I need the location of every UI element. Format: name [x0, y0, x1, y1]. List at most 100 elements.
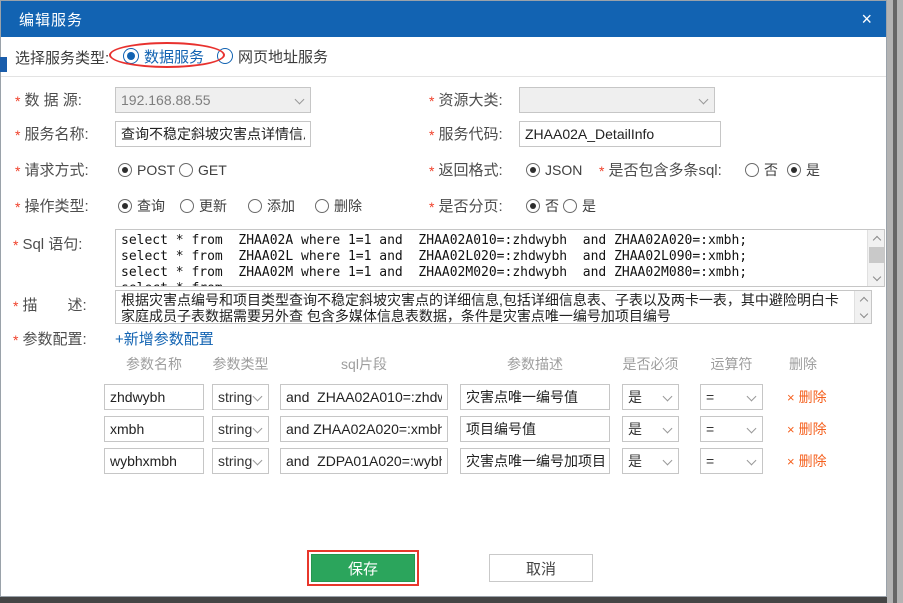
service-name-label: * 服务名称: — [15, 121, 89, 145]
param-operator-select[interactable]: = — [700, 384, 763, 410]
param-name-input[interactable] — [104, 448, 204, 474]
scroll-up-icon[interactable] — [868, 230, 885, 245]
chevron-down-icon — [253, 424, 263, 434]
save-button[interactable]: 保存 — [311, 554, 415, 582]
description-textarea[interactable]: 根据灾害点编号和项目类型查询不稳定斜坡灾害点的详细信息,包括详细信息表、子表以及… — [115, 290, 872, 324]
window-edge-bottom — [0, 597, 887, 603]
request-method-label: * 请求方式: — [15, 157, 89, 181]
window-edge-right-line — [893, 0, 897, 603]
param-desc-input[interactable] — [460, 416, 610, 442]
service-type-label: 选择服务类型: — [15, 45, 109, 69]
scroll-up-icon[interactable] — [855, 291, 872, 306]
radio-icon — [745, 163, 759, 177]
param-required-select[interactable]: 是 — [622, 416, 679, 442]
radio-op-delete[interactable]: 删除 — [315, 197, 362, 215]
radio-icon — [563, 199, 577, 213]
delete-param-link[interactable]: × 删除 — [787, 448, 827, 474]
add-param-link[interactable]: +新增参数配置 — [115, 328, 214, 349]
dialog-title: 编辑服务 — [19, 9, 83, 30]
radio-icon — [315, 199, 329, 213]
header-param-name: 参数名称 — [104, 354, 204, 374]
service-code-input[interactable] — [519, 121, 721, 147]
chevron-down-icon — [663, 456, 673, 466]
radio-icon — [179, 163, 193, 177]
close-icon[interactable]: × — [861, 10, 872, 28]
param-name-input[interactable] — [104, 384, 204, 410]
radio-get[interactable]: GET — [179, 161, 227, 179]
radio-icon — [123, 48, 139, 64]
radio-multi-sql-no[interactable]: 否 — [745, 161, 778, 179]
screen: 编辑服务 × 选择服务类型: 数据服务 网页地址服务 * 数 据 源: 192.… — [0, 0, 903, 603]
cancel-button[interactable]: 取消 — [489, 554, 593, 582]
scroll-down-icon[interactable] — [855, 308, 872, 323]
chevron-down-icon — [295, 95, 305, 105]
param-sql-input[interactable] — [280, 416, 448, 442]
chevron-down-icon — [253, 392, 263, 402]
param-sql-input[interactable] — [280, 448, 448, 474]
header-sql-fragment: sql片段 — [280, 354, 448, 374]
radio-post[interactable]: POST — [118, 161, 175, 179]
sql-textarea[interactable]: select * from ZHAA02A where 1=1 and ZHAA… — [115, 229, 885, 287]
data-source-label: * 数 据 源: — [15, 87, 82, 111]
service-name-input[interactable] — [115, 121, 311, 147]
radio-icon — [217, 48, 233, 64]
chevron-down-icon — [663, 424, 673, 434]
title-bar: 编辑服务 × — [1, 1, 886, 37]
delete-param-link[interactable]: × 删除 — [787, 416, 827, 442]
param-operator-select[interactable]: = — [700, 448, 763, 474]
resource-category-select[interactable] — [519, 87, 715, 113]
radio-icon — [526, 163, 540, 177]
delete-x-icon: × — [787, 454, 795, 469]
data-source-select[interactable]: 192.168.88.55 — [115, 87, 311, 113]
param-config-label: * 参数配置: — [13, 326, 87, 350]
radio-label: 数据服务 — [144, 46, 204, 67]
description-scrollbar[interactable] — [854, 291, 871, 323]
radio-icon — [180, 199, 194, 213]
radio-icon — [787, 163, 801, 177]
radio-web-address-service[interactable]: 网页地址服务 — [217, 47, 328, 65]
multi-sql-label: * 是否包含多条sql: — [599, 157, 722, 181]
pagination-label: * 是否分页: — [429, 193, 503, 217]
param-required-select[interactable]: 是 — [622, 448, 679, 474]
radio-icon — [118, 199, 132, 213]
description-text: 根据灾害点编号和项目类型查询不稳定斜坡灾害点的详细信息,包括详细信息表、子表以及… — [116, 291, 854, 323]
param-required-select[interactable]: 是 — [622, 384, 679, 410]
param-type-select[interactable]: string — [212, 416, 269, 442]
delete-param-link[interactable]: × 删除 — [787, 384, 827, 410]
chevron-down-icon — [747, 424, 757, 434]
sql-text: select * from ZHAA02A where 1=1 and ZHAA… — [116, 230, 867, 286]
chevron-down-icon — [747, 456, 757, 466]
radio-label: 网页地址服务 — [238, 46, 328, 67]
radio-multi-sql-yes[interactable]: 是 — [787, 161, 820, 179]
divider — [1, 76, 886, 77]
param-sql-input[interactable] — [280, 384, 448, 410]
sql-scrollbar[interactable] — [867, 230, 884, 286]
param-type-select[interactable]: string — [212, 448, 269, 474]
radio-data-service[interactable]: 数据服务 — [123, 47, 204, 65]
param-type-select[interactable]: string — [212, 384, 269, 410]
radio-op-update[interactable]: 更新 — [180, 197, 227, 215]
scrollbar-thumb[interactable] — [869, 247, 884, 263]
chevron-down-icon — [663, 392, 673, 402]
header-required: 是否必须 — [622, 354, 679, 374]
return-format-label: * 返回格式: — [429, 157, 503, 181]
param-name-input[interactable] — [104, 416, 204, 442]
radio-op-add[interactable]: 添加 — [248, 197, 295, 215]
chevron-down-icon — [747, 392, 757, 402]
delete-x-icon: × — [787, 422, 795, 437]
param-desc-input[interactable] — [460, 384, 610, 410]
param-operator-select[interactable]: = — [700, 416, 763, 442]
radio-icon — [526, 199, 540, 213]
param-desc-input[interactable] — [460, 448, 610, 474]
service-code-label: * 服务代码: — [429, 121, 503, 145]
chevron-down-icon — [699, 95, 709, 105]
radio-pagination-yes[interactable]: 是 — [563, 197, 596, 215]
scroll-down-icon[interactable] — [868, 271, 885, 286]
radio-json[interactable]: JSON — [526, 161, 582, 179]
description-label: * 描 述: — [13, 292, 87, 316]
sql-label: * Sql 语句: — [13, 231, 82, 255]
header-operator: 运算符 — [700, 354, 763, 374]
radio-op-query[interactable]: 查询 — [118, 197, 165, 215]
radio-pagination-no[interactable]: 否 — [526, 197, 559, 215]
radio-icon — [248, 199, 262, 213]
